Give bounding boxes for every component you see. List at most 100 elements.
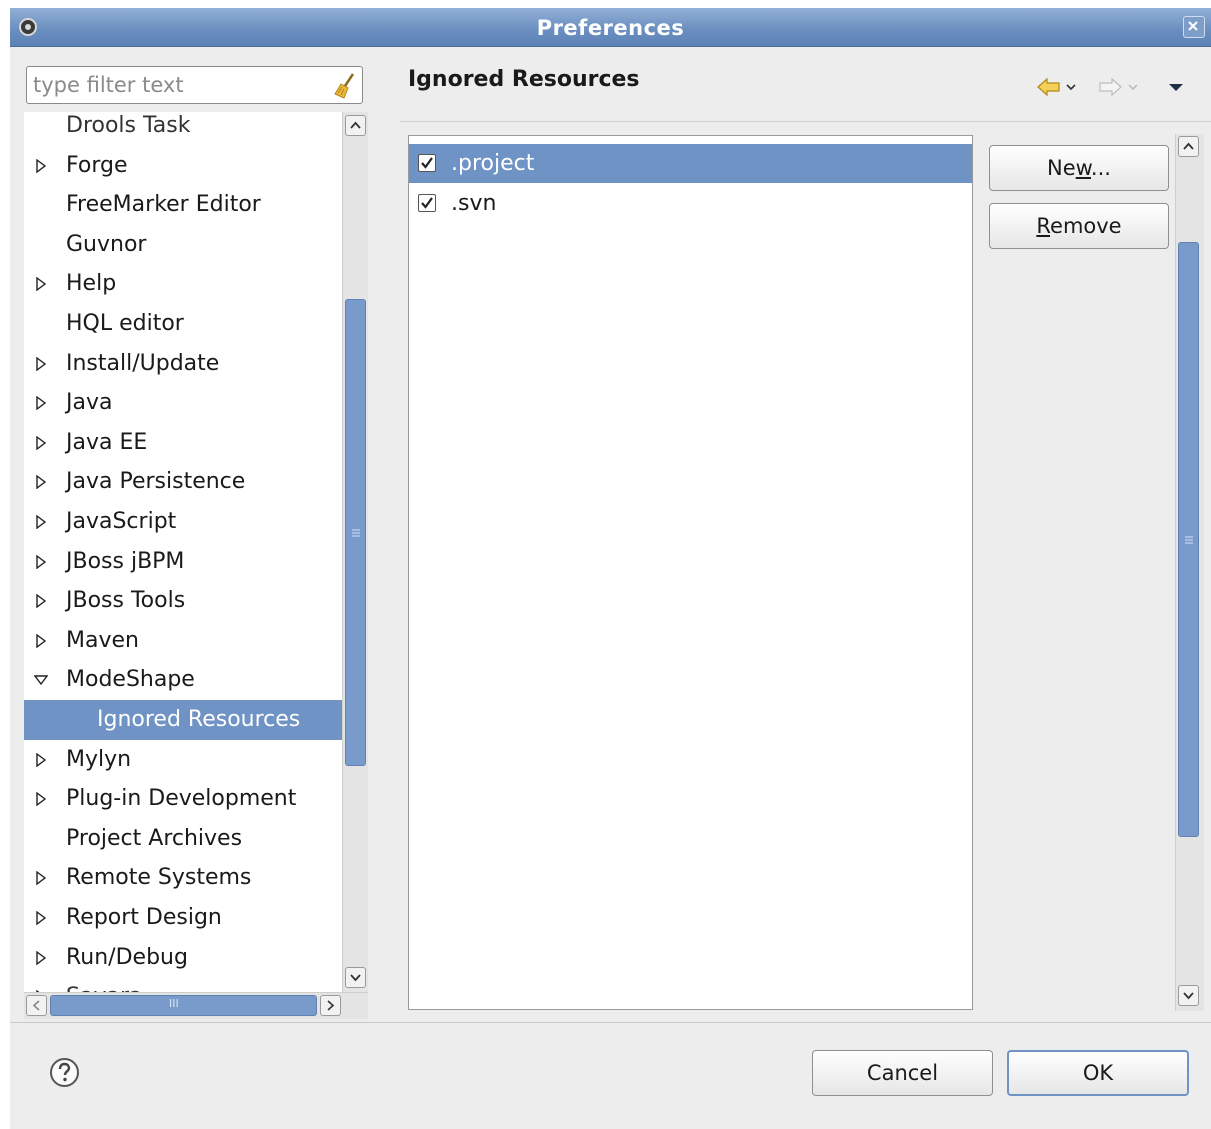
preferences-dialog: Preferences Drools Task Forge FreeMarker E… <box>10 8 1211 1129</box>
tree-item[interactable]: JBoss Tools <box>24 581 347 621</box>
tree-item[interactable]: Drools Task <box>24 112 347 146</box>
tree-item[interactable]: Project Archives <box>24 819 347 859</box>
tree-item-label: Forge <box>66 152 128 178</box>
ok-button[interactable]: OK <box>1007 1050 1189 1096</box>
collapsed-triangle-icon[interactable] <box>34 871 48 886</box>
collapsed-triangle-icon[interactable] <box>34 515 48 529</box>
help-icon[interactable] <box>49 1057 80 1088</box>
cancel-button[interactable]: Cancel <box>812 1050 993 1096</box>
preference-tree[interactable]: Drools Task Forge FreeMarker Editor Guvnor H… <box>24 112 368 1018</box>
tree-item-label: Java <box>66 390 113 416</box>
close-button[interactable] <box>1183 16 1205 38</box>
tree-vertical-scrollbar[interactable] <box>342 112 368 992</box>
remove-mnemonic: R <box>1036 214 1051 238</box>
remove-button[interactable]: Remove <box>989 203 1169 249</box>
tree-item[interactable]: Report Design <box>24 898 347 938</box>
tree-item-label: Remote Systems <box>66 865 252 891</box>
filter-field[interactable] <box>26 66 363 104</box>
tree-item-label: Guvnor <box>66 231 147 257</box>
horizontal-grip: III <box>169 997 179 1010</box>
tree-item-label: Ignored Resources <box>97 707 301 732</box>
collapsed-triangle-icon[interactable] <box>34 911 48 925</box>
scroll-right-button[interactable] <box>320 995 341 1016</box>
scroll-left-button[interactable] <box>26 995 47 1016</box>
window-title: Preferences <box>536 16 685 40</box>
tree-item-label: ModeShape <box>66 667 195 693</box>
tree-item[interactable]: Java EE <box>24 423 347 463</box>
tree-item[interactable]: ModeShape <box>24 660 347 700</box>
view-menu-icon[interactable] <box>1165 76 1187 98</box>
tree-item-label: JBoss Tools <box>66 588 186 614</box>
filter-input[interactable] <box>33 72 323 98</box>
tree-item-label: JavaScript <box>66 509 177 534</box>
tree-item-label: Report Design <box>66 905 222 930</box>
collapsed-triangle-icon[interactable] <box>34 792 48 807</box>
chevron-down-icon <box>350 974 361 982</box>
tree-item-label: Run/Debug <box>66 944 188 970</box>
tree-item-label: Install/Update <box>66 350 220 376</box>
tree-item[interactable]: Run/Debug <box>24 938 347 978</box>
collapsed-triangle-icon[interactable] <box>34 950 48 965</box>
title-bar: Preferences <box>10 8 1211 47</box>
tree-item[interactable]: Java Persistence <box>24 462 347 502</box>
close-icon <box>1188 21 1198 31</box>
tree-item[interactable]: HQL editor <box>24 304 347 344</box>
collapsed-triangle-icon[interactable] <box>34 158 48 173</box>
tree-horizontal-scrollbar[interactable]: III <box>24 992 368 1019</box>
chevron-up-icon <box>1183 142 1194 150</box>
page-vertical-scrollbar[interactable] <box>1175 134 1204 1011</box>
scroll-thumb[interactable] <box>1178 242 1199 837</box>
tree-item[interactable]: Install/Update <box>24 344 347 384</box>
tree-item-label: Mylyn <box>66 746 132 772</box>
scroll-up-button[interactable] <box>1178 136 1199 157</box>
list-item[interactable]: .project <box>409 144 972 183</box>
tree-item[interactable]: JavaScript <box>24 502 347 542</box>
new-label-start: Ne <box>1047 156 1076 180</box>
tree-item[interactable]: Mylyn <box>24 740 347 780</box>
list-item-label: .svn <box>451 191 497 216</box>
expanded-triangle-icon[interactable] <box>34 673 48 687</box>
list-item[interactable]: .svn <box>409 184 972 223</box>
scroll-thumb[interactable] <box>345 299 366 766</box>
list-item-label: .project <box>451 151 535 176</box>
tree-item-label: Plug-in Development <box>66 786 297 812</box>
page-title: Ignored Resources <box>408 67 640 92</box>
collapsed-triangle-icon[interactable] <box>34 435 48 450</box>
collapsed-triangle-icon[interactable] <box>34 356 48 371</box>
checkbox[interactable] <box>418 154 436 172</box>
ignored-resources-list[interactable]: .project .svn <box>408 135 973 1010</box>
tree-item[interactable]: Plug-in Development <box>24 779 347 819</box>
new-mnemonic: w <box>1075 156 1091 180</box>
horizontal-scroll-thumb[interactable]: III <box>50 995 317 1016</box>
scroll-down-button[interactable] <box>345 967 366 988</box>
collapsed-triangle-icon[interactable] <box>34 594 48 609</box>
tree-item[interactable]: Maven <box>24 621 347 661</box>
new-label-end: ... <box>1090 156 1111 180</box>
scroll-up-button[interactable] <box>345 115 366 136</box>
collapsed-triangle-icon[interactable] <box>34 633 48 648</box>
collapsed-triangle-icon[interactable] <box>34 752 48 767</box>
collapsed-triangle-icon[interactable] <box>34 475 48 490</box>
scroll-down-button[interactable] <box>1178 985 1199 1006</box>
tree-item-label: JBoss jBPM <box>66 548 185 574</box>
tree-item[interactable]: Java <box>24 383 347 423</box>
new-button[interactable]: New... <box>989 145 1169 191</box>
tree-item-label: Project Archives <box>66 825 243 851</box>
collapsed-triangle-icon[interactable] <box>34 554 48 569</box>
clear-filter-icon[interactable] <box>333 73 357 99</box>
back-arrow-icon[interactable] <box>1036 76 1082 98</box>
check-icon <box>421 157 433 169</box>
checkbox[interactable] <box>418 194 436 212</box>
chevron-up-icon <box>350 121 361 129</box>
chevron-right-icon <box>327 1000 335 1011</box>
tree-item[interactable]: JBoss jBPM <box>24 542 347 582</box>
collapsed-triangle-icon[interactable] <box>34 277 48 292</box>
tree-item[interactable]: Remote Systems <box>24 858 347 898</box>
tree-item[interactable]: Guvnor <box>24 225 347 265</box>
tree-item[interactable]: Help <box>24 264 347 304</box>
tree-item[interactable]: Ignored Resources <box>24 700 347 740</box>
tree-item[interactable]: Forge <box>24 146 347 186</box>
tree-item[interactable]: FreeMarker Editor <box>24 185 347 225</box>
collapsed-triangle-icon[interactable] <box>34 396 48 411</box>
forward-arrow-icon[interactable] <box>1098 76 1144 98</box>
